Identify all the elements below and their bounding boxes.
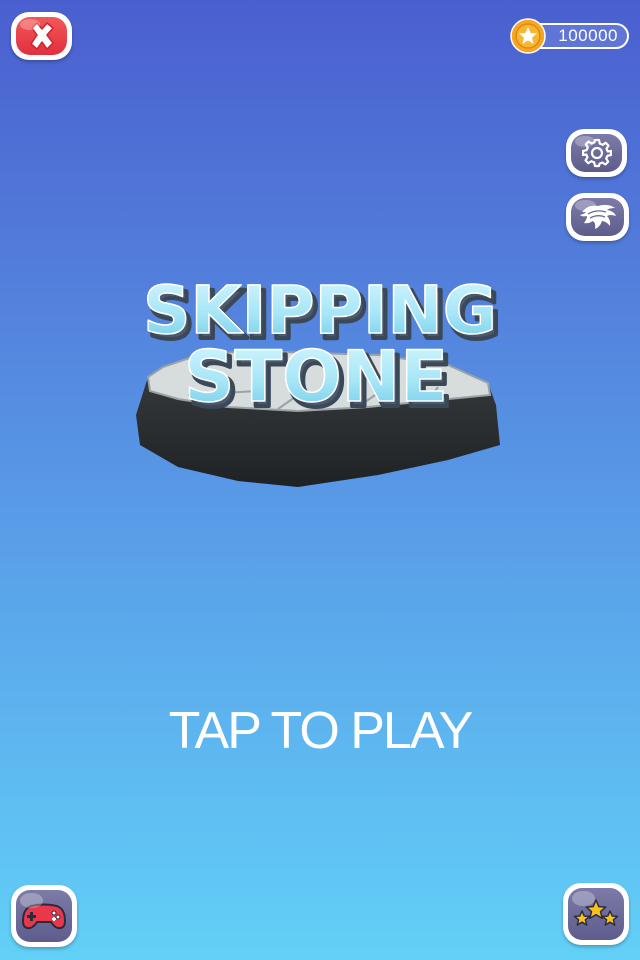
game-logo: SKIPPING SKIPPING STONE STONE [128,255,508,495]
coin-icon [510,18,546,54]
settings-button-face [571,134,622,172]
logo-title-line2-face: STONE [184,336,448,418]
settings-button[interactable] [566,129,627,177]
more-games-button-face [16,890,72,942]
skin-button-face [571,198,624,236]
more-games-button[interactable] [11,885,77,947]
hair-icon [579,204,616,229]
gear-icon [581,138,612,168]
rate-button[interactable] [563,883,629,945]
close-button-face [16,17,67,55]
gamepad-icon [21,903,67,930]
close-icon [29,22,54,50]
coin-counter: 100000 [510,18,631,54]
tap-to-play-prompt[interactable]: TAP TO PLAY [0,700,640,762]
close-button[interactable] [11,12,72,60]
skin-button[interactable] [566,193,629,241]
stars-icon [573,899,619,926]
rate-button-face [568,888,624,940]
